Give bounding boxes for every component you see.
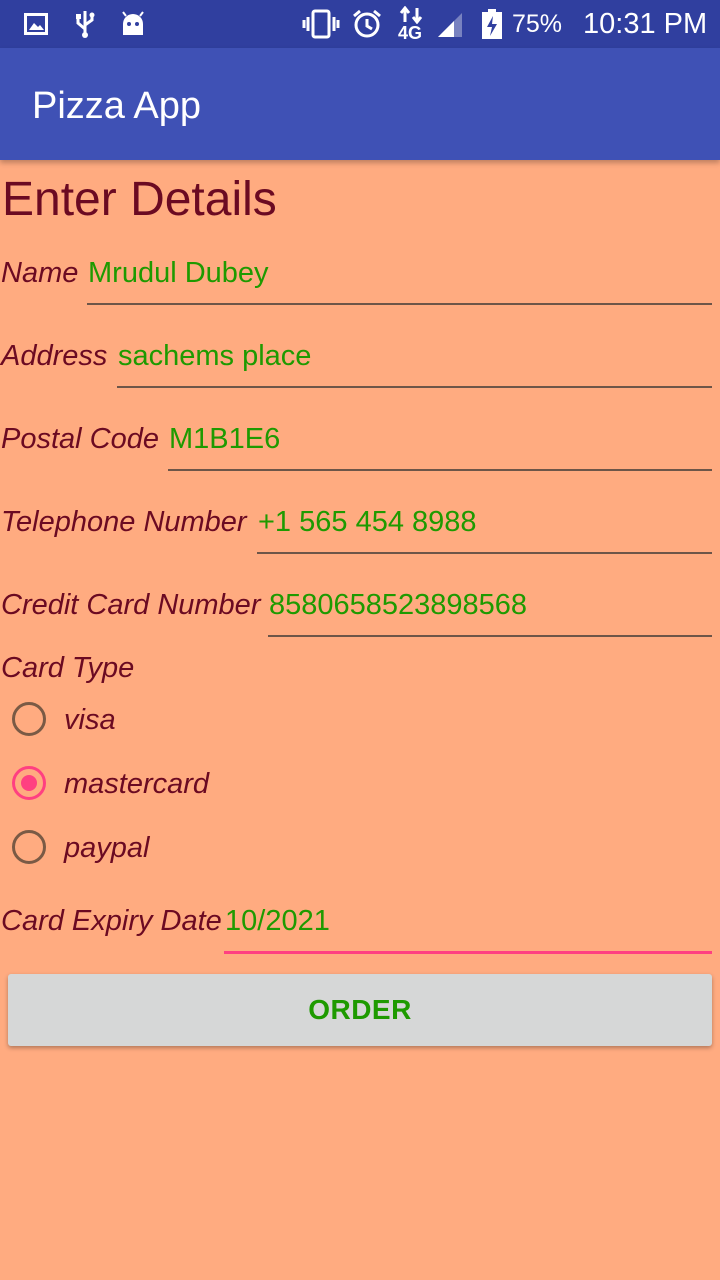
credit-card-label: Credit Card Number [1,589,261,621]
telephone-field[interactable]: +1 565 454 8988 [257,492,712,554]
postal-code-row: Postal Code M1B1E6 [0,409,712,471]
radio-paypal[interactable]: paypal [8,820,408,880]
postal-code-label: Postal Code [1,423,159,455]
address-field[interactable]: sachems place [117,326,712,388]
vibrate-icon [302,0,340,48]
order-button[interactable]: ORDER [8,974,712,1046]
radio-mastercard-label: mastercard [64,768,210,800]
radio-visa-label: visa [64,704,116,736]
telephone-row: Telephone Number +1 565 454 8988 [0,492,712,554]
page-title: Enter Details [2,173,277,226]
image-icon [24,0,48,48]
address-row: Address sachems place [0,326,712,388]
app-title: Pizza App [32,85,201,127]
expiry-row: Card Expiry Date 10/2021 [0,891,712,954]
name-value: Mrudul Dubey [88,257,269,289]
address-value: sachems place [118,340,312,372]
name-field[interactable]: Mrudul Dubey [87,243,712,305]
postal-code-value: M1B1E6 [169,423,281,455]
expiry-field[interactable]: 10/2021 [224,891,712,954]
radio-visa[interactable]: visa [8,692,408,752]
credit-card-field[interactable]: 8580658523898568 [268,575,712,637]
battery-charging-icon [480,0,504,48]
name-row: Name Mrudul Dubey [0,243,712,305]
network-label: 4G [398,23,423,43]
usb-icon [74,0,96,48]
radio-mastercard[interactable]: mastercard [8,756,408,816]
radio-visa-circle[interactable] [12,702,46,736]
credit-card-value: 8580658523898568 [269,589,528,621]
status-bar: 4G 75% 10:31 PM [0,0,720,48]
radio-paypal-circle[interactable] [12,830,46,864]
address-label: Address [1,340,108,372]
alarm-icon [351,0,383,48]
data-4g-icon: 4G [396,0,428,48]
app-bar: Pizza App [0,48,720,160]
battery-percent: 75% [512,10,563,38]
telephone-value: +1 565 454 8988 [258,506,477,538]
postal-code-field[interactable]: M1B1E6 [168,409,712,471]
expiry-label: Card Expiry Date [1,905,222,937]
telephone-label: Telephone Number [1,506,247,538]
expiry-value: 10/2021 [225,905,330,937]
radio-mastercard-circle[interactable] [12,766,46,800]
clock: 10:31 PM [583,8,708,40]
card-type-label: Card Type [1,652,135,684]
credit-card-row: Credit Card Number 8580658523898568 [0,575,712,637]
android-icon [120,0,146,48]
radio-paypal-label: paypal [64,832,150,864]
name-label: Name [1,257,79,289]
signal-icon [436,0,464,48]
